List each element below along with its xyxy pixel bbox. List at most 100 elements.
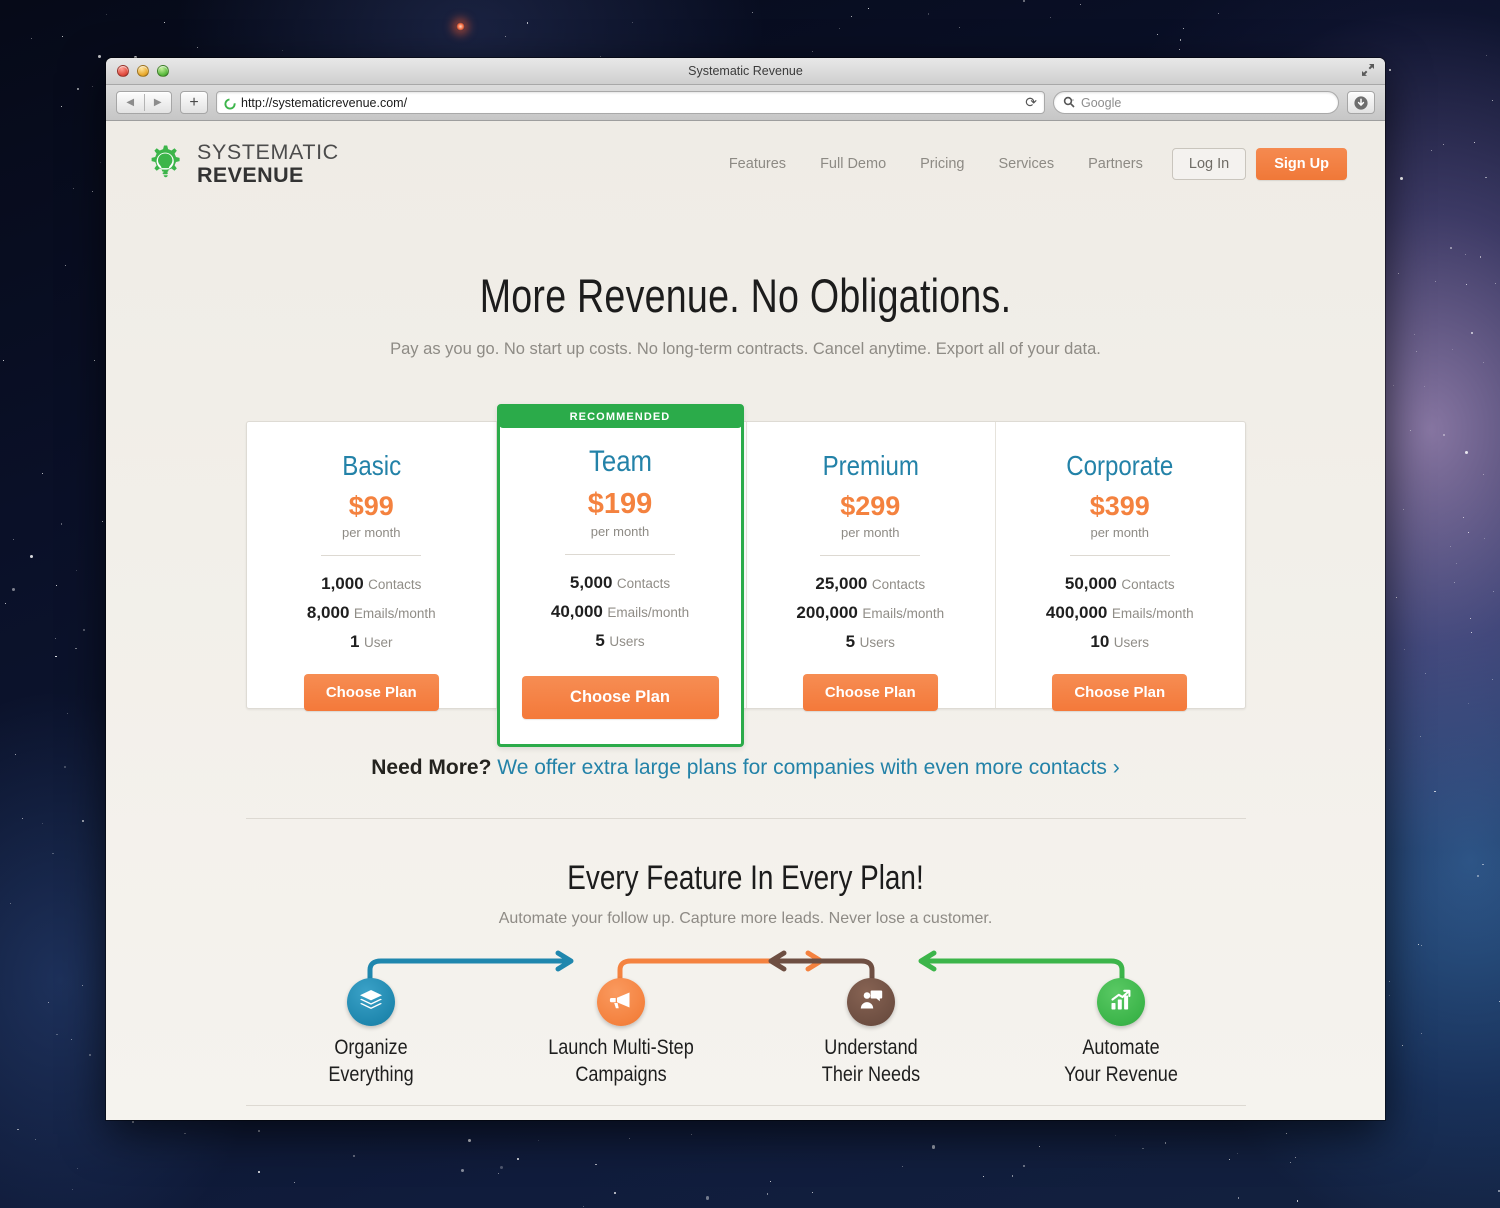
- red-star: [456, 22, 465, 31]
- feature-title-line-2: Everything: [327, 1062, 414, 1086]
- spec-users: 5 Users: [500, 627, 741, 656]
- choose-plan-button[interactable]: Choose Plan: [303, 673, 439, 711]
- choose-plan-button[interactable]: Choose Plan: [521, 675, 719, 719]
- back-button[interactable]: ◀: [117, 92, 144, 113]
- feature-automate-revenue: Automate Your Revenue Put Sales On Autop…: [995, 948, 1246, 1120]
- spec-label: Emails/month: [607, 604, 690, 620]
- nav-item-pricing[interactable]: Pricing: [903, 156, 981, 172]
- hero-subtitle: Pay as you go. No start up costs. No lon…: [390, 340, 1101, 358]
- user-feedback-icon: [858, 987, 884, 1018]
- choose-plan-button[interactable]: Choose Plan: [802, 673, 938, 711]
- recommended-badge: RECOMMENDED: [498, 407, 742, 428]
- nav-item-services[interactable]: Services: [981, 156, 1071, 172]
- feature-title-line-2: Their Needs: [821, 1062, 920, 1086]
- spec-value: 10: [1090, 631, 1110, 651]
- plan-period: per month: [341, 525, 401, 540]
- nav-item-full-demo[interactable]: Full Demo: [803, 156, 903, 172]
- plan-card-basic: Basic $99 per month 1,000 Contacts 8,000…: [247, 422, 497, 711]
- reload-icon[interactable]: ⟳: [1025, 94, 1037, 111]
- feature-icon-circle: [596, 978, 645, 1026]
- nav-item-partners[interactable]: Partners: [1071, 156, 1160, 172]
- plan-divider: [565, 554, 675, 555]
- feature-icon-circle: [846, 978, 895, 1026]
- feature-organize-everything: Organize Everything Easy Import Import C…: [245, 948, 496, 1120]
- plan-divider: [820, 555, 921, 556]
- download-icon: [1353, 95, 1369, 111]
- address-bar[interactable]: http://systematicrevenue.com/ ⟳: [216, 91, 1045, 114]
- spec-value: 8,000: [306, 602, 350, 622]
- plan-card-premium: Premium $299 per month 25,000 Contacts 2…: [745, 422, 996, 711]
- window-titlebar: Systematic Revenue: [106, 58, 1385, 85]
- spec-value: 200,000: [796, 602, 858, 622]
- plan-price: $99: [348, 491, 394, 521]
- plan-period: per month: [590, 524, 650, 539]
- spec-value: 1,000: [321, 574, 364, 593]
- plan-price: $399: [1089, 491, 1150, 521]
- fullscreen-icon[interactable]: [1361, 63, 1375, 77]
- spec-label: Users: [1113, 634, 1150, 650]
- zoom-button[interactable]: [157, 65, 169, 77]
- feature-title-line-2: Campaigns: [574, 1062, 667, 1086]
- nav-item-features[interactable]: Features: [712, 156, 803, 172]
- features-subtitle: Automate your follow up. Capture more le…: [498, 910, 993, 927]
- feature-divider: [745, 1104, 996, 1106]
- megaphone-icon: [608, 987, 634, 1018]
- feature-launch-campaigns: Launch Multi-Step Campaigns Nurture Ever…: [495, 948, 746, 1120]
- plan-card-corporate: Corporate $399 per month 50,000 Contacts…: [995, 422, 1245, 711]
- plan-divider: [1069, 555, 1170, 556]
- feature-title-line-2: Your Revenue: [1063, 1062, 1178, 1086]
- features-title: Every Feature In Every Plan!: [567, 859, 924, 897]
- spec-label: Contacts: [368, 577, 422, 592]
- site-header: SYSTEMATIC REVENUE Features Full Demo Pr…: [106, 121, 1385, 206]
- search-field[interactable]: Google: [1053, 91, 1339, 114]
- plan-name: Corporate: [1066, 450, 1174, 481]
- plan-specs: 1,000 Contacts 8,000 Emails/month 1 User: [247, 570, 497, 657]
- close-button[interactable]: [117, 65, 129, 77]
- spec-value: 5,000: [569, 573, 613, 592]
- plan-name: Team: [588, 445, 652, 478]
- desktop-background: Systematic Revenue ◀ ▶ + http://systemat…: [0, 0, 1500, 1208]
- spec-contacts: 1,000 Contacts: [247, 570, 497, 599]
- search-icon: [1063, 96, 1076, 109]
- section-divider: [245, 818, 1246, 819]
- downloads-button[interactable]: [1347, 91, 1375, 114]
- feature-title-line-1: Automate: [1081, 1036, 1160, 1059]
- log-in-button[interactable]: Log In: [1171, 147, 1247, 180]
- minimize-button[interactable]: [137, 65, 149, 77]
- feature-title-line-1: Organize: [333, 1036, 408, 1059]
- spec-label: Users: [859, 634, 895, 650]
- need-more-link[interactable]: We offer extra large plans for companies…: [497, 756, 1120, 779]
- add-bookmark-button[interactable]: +: [180, 91, 208, 114]
- feature-title-line-1: Launch Multi-Step: [547, 1036, 694, 1059]
- layers-icon: [358, 987, 384, 1018]
- choose-plan-button[interactable]: Choose Plan: [1052, 673, 1188, 711]
- feature-icon-circle: [346, 978, 395, 1026]
- feature-subtitle: Nurture Everyone: [496, 1119, 746, 1120]
- feature-title-line-1: Understand: [823, 1036, 918, 1059]
- spec-value: 5: [595, 630, 605, 650]
- browser-window: Systematic Revenue ◀ ▶ + http://systemat…: [106, 58, 1385, 1120]
- main-nav: Features Full Demo Pricing Services Part…: [712, 147, 1347, 180]
- pricing-section: Basic $99 per month 1,000 Contacts 8,000…: [245, 404, 1246, 747]
- gear-lightbulb-icon: [144, 143, 186, 185]
- feature-title: Launch Multi-Step Campaigns: [513, 1035, 728, 1089]
- site-logo[interactable]: SYSTEMATIC REVENUE: [144, 141, 339, 186]
- plan-period: per month: [840, 525, 900, 540]
- plan-period: per month: [1090, 525, 1150, 540]
- forward-button[interactable]: ▶: [144, 92, 171, 113]
- spec-contacts: 25,000 Contacts: [746, 570, 996, 599]
- sign-up-button[interactable]: Sign Up: [1256, 147, 1347, 180]
- hero-section: More Revenue. No Obligations. Pay as you…: [106, 268, 1385, 359]
- loading-spinner-icon: [224, 97, 236, 110]
- plan-name: Basic: [341, 450, 401, 481]
- spec-emails: 400,000 Emails/month: [995, 599, 1245, 628]
- feature-title: Organize Everything: [263, 1035, 478, 1089]
- spec-users: 1 User: [247, 628, 497, 657]
- feature-divider: [995, 1104, 1246, 1106]
- spec-value: 400,000: [1045, 602, 1108, 622]
- feature-title: Automate Your Revenue: [1013, 1035, 1228, 1089]
- spec-value: 50,000: [1064, 574, 1117, 593]
- spec-label: Contacts: [871, 577, 926, 592]
- plan-price: $199: [587, 488, 653, 520]
- feature-divider: [245, 1104, 496, 1106]
